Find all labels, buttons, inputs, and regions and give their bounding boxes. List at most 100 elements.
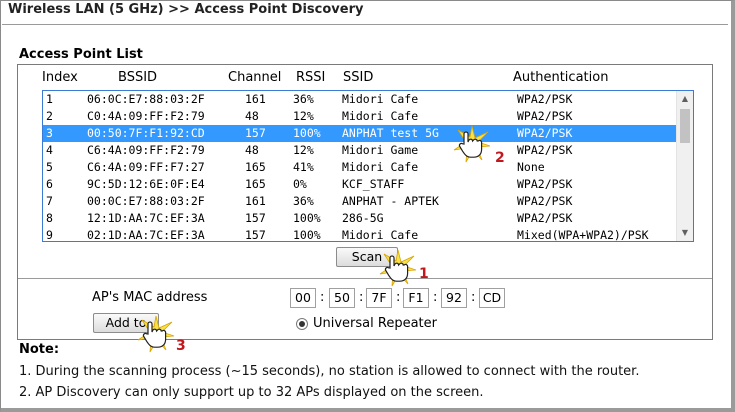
row-bssid: 02:1D:AA:7C:EF:3A <box>87 228 205 242</box>
row-authentication: WPA2/PSK <box>517 194 573 208</box>
row-channel: 157 <box>245 228 266 242</box>
callout-step-3: 3 <box>176 338 186 354</box>
pointer-hand-icon <box>379 249 417 287</box>
row-ssid: ANPHAT test 5G <box>342 126 439 140</box>
col-header-ssid: SSID <box>343 70 374 85</box>
col-header-bssid: BSSID <box>118 70 158 85</box>
row-index: 9 <box>46 228 53 242</box>
row-authentication: WPA2/PSK <box>517 126 573 140</box>
row-ssid: Midori Cafe <box>342 228 419 242</box>
callout-step-1: 1 <box>419 266 429 282</box>
row-rssi: 100% <box>293 211 321 225</box>
row-bssid: 00:0C:E7:88:03:2F <box>87 194 205 208</box>
row-bssid: C6:4A:09:FF:F2:79 <box>87 143 205 157</box>
row-authentication: WPA2/PSK <box>517 211 573 225</box>
ap-list-row[interactable]: 6 9C:5D:12:6E:0F:E4 165 0% KCF_STAFF WPA2/PSK <box>43 176 677 193</box>
row-ssid: Midori Cafe <box>342 92 419 106</box>
row-authentication: None <box>517 160 545 174</box>
col-header-index: Index <box>42 70 78 85</box>
row-authentication: WPA2/PSK <box>517 143 573 157</box>
mac-separator: : <box>359 290 364 305</box>
row-rssi: 100% <box>293 126 321 140</box>
mac-octet-5[interactable]: 92 <box>441 288 467 308</box>
row-channel: 165 <box>245 177 266 191</box>
row-bssid: C0:4A:09:FF:F2:79 <box>87 109 205 123</box>
row-channel: 161 <box>245 92 266 106</box>
row-channel: 165 <box>245 160 266 174</box>
col-header-rssi: RSSI <box>296 70 326 85</box>
row-rssi: 12% <box>293 143 314 157</box>
row-ssid: 286-5G <box>342 211 384 225</box>
row-index: 1 <box>46 92 53 106</box>
scroll-down-arrow-icon[interactable]: ▼ <box>677 225 693 241</box>
row-index: 8 <box>46 211 53 225</box>
ap-list-title: Access Point List <box>19 47 143 62</box>
row-rssi: 36% <box>293 194 314 208</box>
row-ssid: Midori Cafe <box>342 160 419 174</box>
row-ssid: Midori Game <box>342 143 419 157</box>
mac-separator: : <box>471 290 476 305</box>
row-index: 5 <box>46 160 53 174</box>
row-channel: 161 <box>245 194 266 208</box>
row-bssid: 00:50:7F:F1:92:CD <box>87 126 205 140</box>
row-index: 6 <box>46 177 53 191</box>
pointer-hand-icon <box>453 125 491 163</box>
row-channel: 48 <box>245 109 259 123</box>
row-index: 2 <box>46 109 53 123</box>
mac-address-label: AP's MAC address <box>92 290 208 305</box>
mac-octet-4[interactable]: F1 <box>403 288 429 308</box>
row-ssid: Midori Cafe <box>342 109 419 123</box>
row-rssi: 100% <box>293 228 321 242</box>
ap-listbox[interactable]: 1 06:0C:E7:88:03:2F 161 36% Midori Cafe WPA2/… <box>42 90 694 242</box>
col-header-authentication: Authentication <box>513 70 609 85</box>
mac-octet-3[interactable]: 7F <box>366 288 392 308</box>
row-authentication: WPA2/PSK <box>517 109 573 123</box>
scroll-thumb[interactable] <box>680 109 690 143</box>
pointer-hand-icon <box>137 315 175 353</box>
list-scrollbar[interactable]: ▲ ▼ <box>676 91 693 241</box>
row-bssid: 12:1D:AA:7C:EF:3A <box>87 211 205 225</box>
ap-list-row[interactable]: 7 00:0C:E7:88:03:2F 161 36% ANPHAT - APTEK WP… <box>43 193 677 210</box>
row-rssi: 0% <box>293 177 307 191</box>
ap-list-row[interactable]: 5 C6:4A:09:FF:F7:27 165 41% Midori Cafe None <box>43 159 677 176</box>
mac-octet-2[interactable]: 50 <box>329 288 355 308</box>
universal-repeater-radio[interactable] <box>296 318 308 330</box>
row-channel: 157 <box>245 126 266 140</box>
ap-list-row[interactable]: 1 06:0C:E7:88:03:2F 161 36% Midori Cafe WPA2/… <box>43 91 677 108</box>
section-divider <box>18 278 712 279</box>
ap-list-row[interactable]: 8 12:1D:AA:7C:EF:3A 157 100% 286-5G WPA2/PSK <box>43 210 677 227</box>
row-bssid: 06:0C:E7:88:03:2F <box>87 92 205 106</box>
mac-octet-6[interactable]: CD <box>479 288 505 308</box>
row-index: 4 <box>46 143 53 157</box>
row-rssi: 12% <box>293 109 314 123</box>
row-index: 7 <box>46 194 53 208</box>
row-bssid: 9C:5D:12:6E:0F:E4 <box>87 177 205 191</box>
row-rssi: 41% <box>293 160 314 174</box>
row-bssid: C6:4A:09:FF:F7:27 <box>87 160 205 174</box>
row-ssid: KCF_STAFF <box>342 177 405 191</box>
note-title: Note: <box>19 342 60 357</box>
scroll-up-arrow-icon[interactable]: ▲ <box>677 91 693 107</box>
title-divider <box>2 24 728 25</box>
row-channel: 157 <box>245 211 266 225</box>
mac-separator: : <box>320 290 325 305</box>
ap-list-row[interactable]: 4 C6:4A:09:FF:F2:79 48 12% Midori Game WPA2/P… <box>43 142 677 159</box>
ap-list-row[interactable]: 9 02:1D:AA:7C:EF:3A 157 100% Midori Cafe Mixe… <box>43 227 677 242</box>
row-authentication: WPA2/PSK <box>517 177 573 191</box>
row-channel: 48 <box>245 143 259 157</box>
col-header-channel: Channel <box>228 70 282 85</box>
row-rssi: 36% <box>293 92 314 106</box>
note-line-2: 2. AP Discovery can only support up to 3… <box>19 385 484 400</box>
mac-octet-1[interactable]: 00 <box>290 288 316 308</box>
callout-step-2: 2 <box>495 150 505 166</box>
universal-repeater-label: Universal Repeater <box>313 316 437 331</box>
row-ssid: ANPHAT - APTEK <box>342 194 439 208</box>
mac-separator: : <box>433 290 438 305</box>
note-line-1: 1. During the scanning process (~15 seco… <box>19 364 640 379</box>
row-authentication: Mixed(WPA+WPA2)/PSK <box>517 228 649 242</box>
row-index: 3 <box>46 126 53 140</box>
ap-list-row[interactable]: 3 00:50:7F:F1:92:CD 157 100% ANPHAT test 5G W… <box>43 125 677 142</box>
page-title: Wireless LAN (5 GHz) >> Access Point Dis… <box>8 2 364 17</box>
ap-list-row[interactable]: 2 C0:4A:09:FF:F2:79 48 12% Midori Cafe WPA2/P… <box>43 108 677 125</box>
mac-separator: : <box>396 290 401 305</box>
